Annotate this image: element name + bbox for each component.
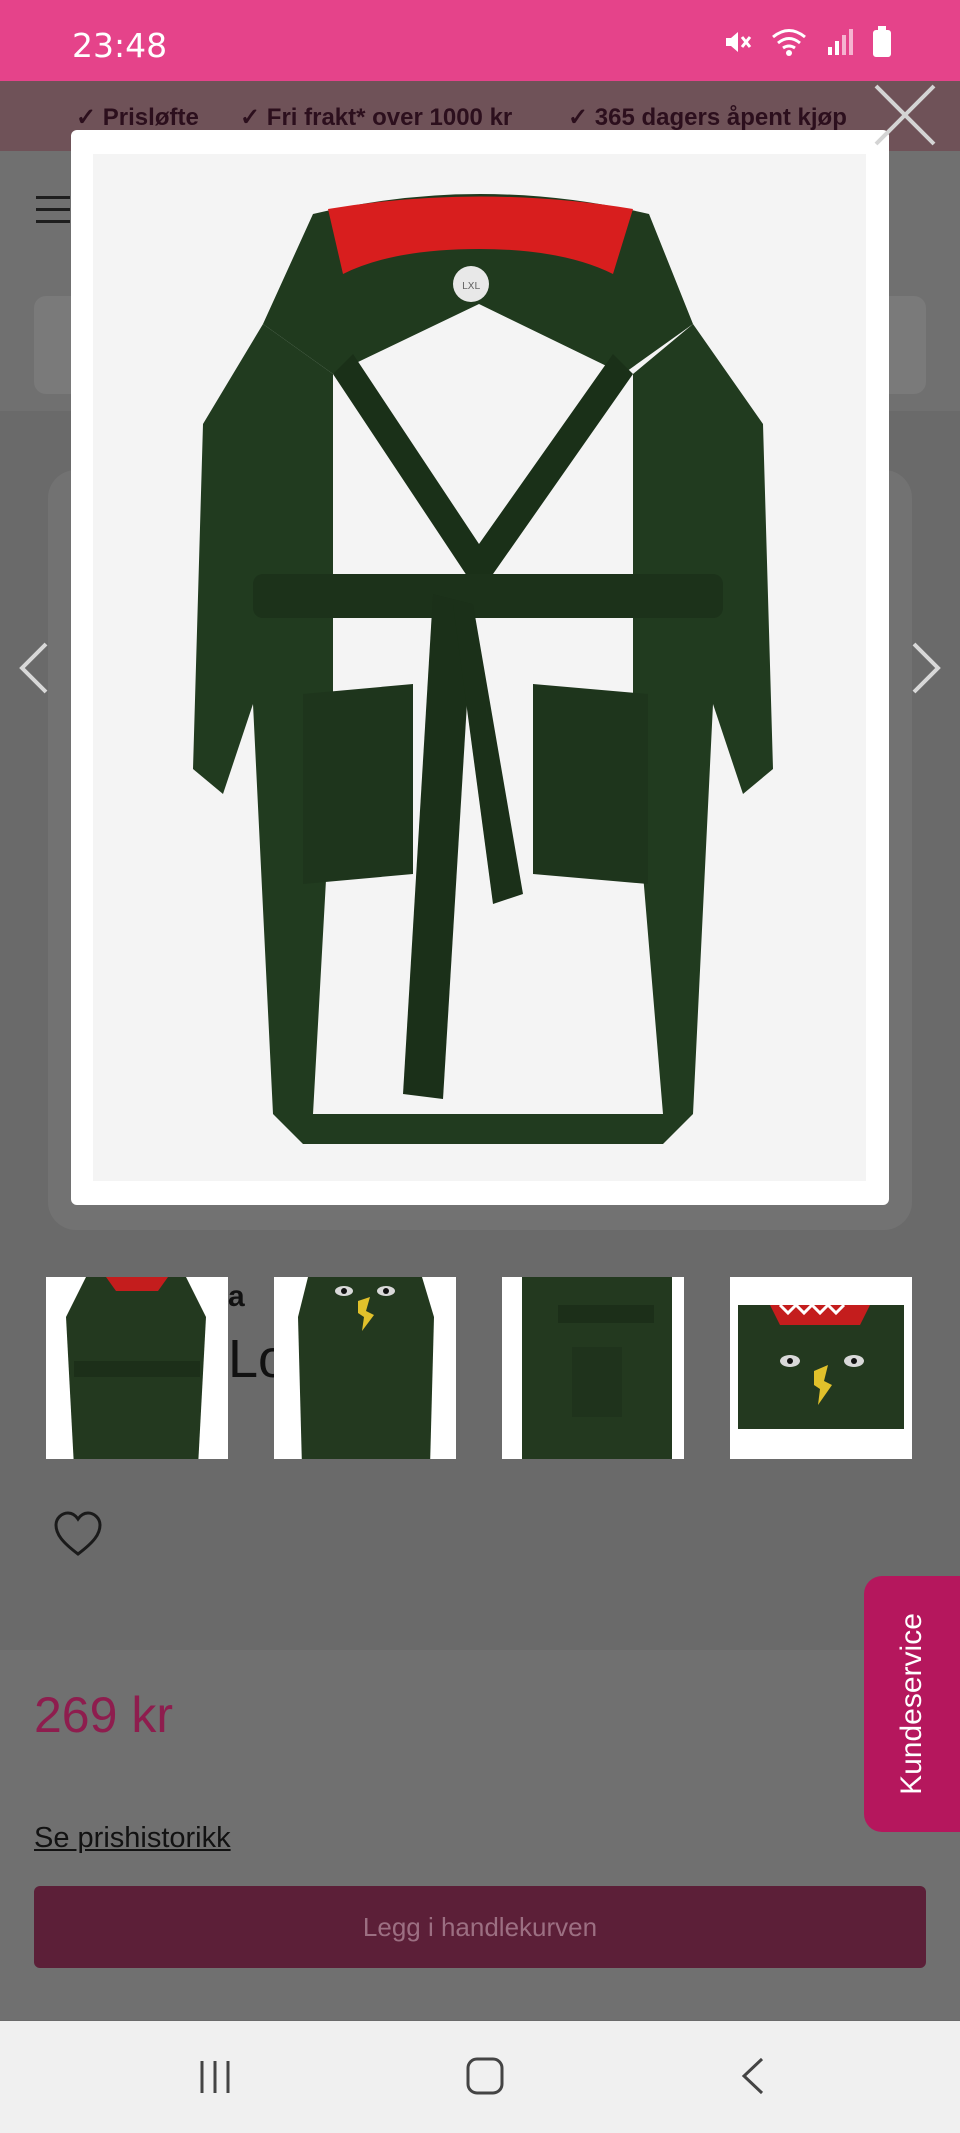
status-bar: 23:48 xyxy=(0,0,960,81)
system-nav-bar xyxy=(0,2021,960,2133)
menu-icon[interactable] xyxy=(36,196,70,224)
promo-item: ✓ 365 dagers åpent kjøp xyxy=(568,104,847,131)
chevron-left-icon[interactable] xyxy=(14,638,54,698)
recent-apps-icon[interactable] xyxy=(190,2051,240,2101)
thumbnail-1[interactable] xyxy=(46,1277,228,1459)
status-time: 23:48 xyxy=(72,26,168,65)
thumbnail-4[interactable] xyxy=(730,1277,912,1459)
price-history-link[interactable]: Se prishistorikk xyxy=(34,1822,231,1855)
chevron-right-icon[interactable] xyxy=(906,638,946,698)
svg-text:LXL: LXL xyxy=(462,281,480,292)
thumbnail-2[interactable] xyxy=(274,1277,456,1459)
image-modal: LXL xyxy=(71,130,889,1205)
wifi-icon xyxy=(772,29,806,56)
close-icon[interactable] xyxy=(870,80,940,150)
thumbnail-strip xyxy=(46,1277,916,1459)
thumbnail-3[interactable] xyxy=(502,1277,684,1459)
customer-service-label: Kundeservice xyxy=(895,1613,928,1795)
promo-item: ✓ Prisløfte xyxy=(76,104,199,131)
status-icons xyxy=(722,26,892,58)
battery-icon xyxy=(873,26,891,57)
bathrobe-image: LXL xyxy=(93,154,866,1181)
heart-icon[interactable] xyxy=(52,1510,104,1558)
mute-icon xyxy=(726,32,752,52)
promo-item: ✓ Fri frakt* over 1000 kr xyxy=(240,104,513,131)
add-to-cart-button[interactable]: Legg i handlekurven xyxy=(34,1886,926,1968)
product-price: 269 kr xyxy=(34,1687,173,1743)
signal-icon xyxy=(828,29,853,55)
back-icon[interactable] xyxy=(730,2051,780,2101)
customer-service-tab[interactable]: Kundeservice xyxy=(864,1576,960,1832)
home-icon[interactable] xyxy=(460,2051,510,2101)
